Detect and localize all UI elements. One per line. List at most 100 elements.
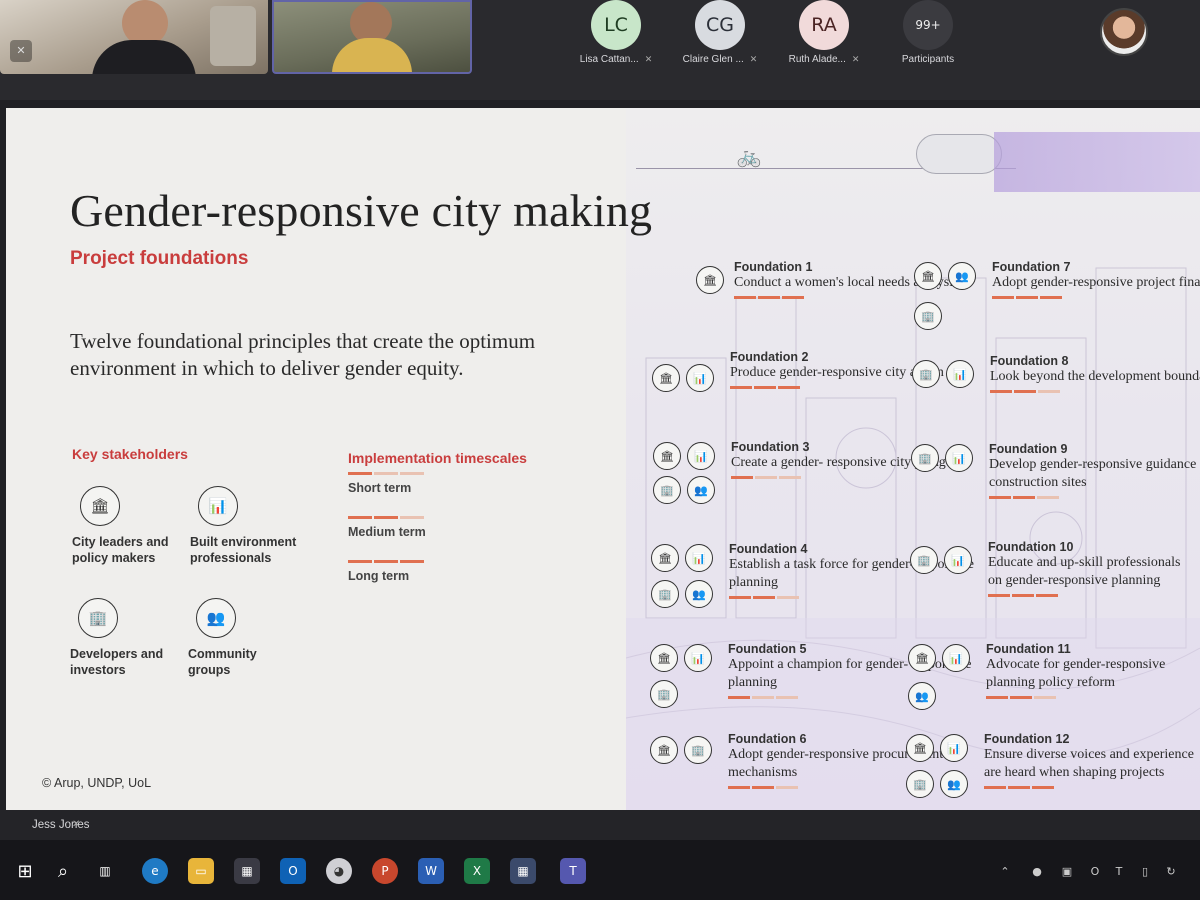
participant-tile-cg[interactable]: CG Claire Glen ... ✕ (670, 0, 770, 72)
sync-icon[interactable]: ↻ (1162, 862, 1180, 880)
building-icon: 🏢 (684, 736, 712, 764)
outlook-tray-icon[interactable]: O (1086, 862, 1104, 880)
chart-icon: 📊 (945, 444, 973, 472)
stakeholder-community: 👥 Community groups (188, 598, 298, 678)
shared-slide: 🚲 Gender-responsive city making Project … (6, 108, 1200, 810)
avatar: RA (799, 0, 849, 50)
chart-icon: 📊 (687, 442, 715, 470)
cyclist-icon: 🚲 (736, 146, 762, 168)
timescale-bar (348, 560, 468, 563)
timescale-long: Long term (348, 560, 468, 583)
participant-name: Lisa Cattan... (579, 54, 639, 65)
stakeholders-heading: Key stakeholders (72, 446, 188, 462)
chart-icon: 📊 (940, 734, 968, 762)
stakeholder-built-environment: 📊 Built environment professionals (190, 486, 320, 566)
timescale-medium: Medium term (348, 516, 468, 539)
outlook-icon[interactable]: O (280, 858, 306, 884)
chart-icon: 📊 (946, 360, 974, 388)
excel-icon[interactable]: X (464, 858, 490, 884)
columns-icon: 🏛 (696, 266, 724, 294)
chart-icon: 📊 (198, 486, 238, 526)
screen: ✕ LC Lisa Cattan... ✕ CG Claire Glen ... ✕… (0, 0, 1200, 900)
timescale-bar (348, 516, 468, 519)
slide-title: Gender-responsive city making (70, 185, 653, 236)
stakeholder-developers: 🏢 Developers and investors (70, 598, 180, 678)
battery-icon[interactable]: ▯ (1136, 862, 1154, 880)
timescale-bar (990, 390, 1200, 393)
building-icon: 🏢 (914, 302, 942, 330)
task-view-icon[interactable]: ▥ (92, 858, 118, 884)
foundation-7: 🏛 👥 🏢 Foundation 7 Adopt gender-responsive… (914, 260, 1200, 330)
timescale-short: Short term (348, 472, 468, 495)
mic-off-icon: ✕ (851, 54, 860, 64)
columns-icon: 🏛 (650, 644, 678, 672)
building-icon: 🏢 (906, 770, 934, 798)
building-icon: 🏢 (911, 444, 939, 472)
columns-icon: 🏛 (906, 734, 934, 762)
participants-label: Participants (901, 54, 955, 65)
chevron-up-icon[interactable]: ⌃ (996, 862, 1014, 880)
timescale-bar (989, 496, 1200, 499)
columns-icon: 🏛 (651, 544, 679, 572)
participant-tile-lc[interactable]: LC Lisa Cattan... ✕ (566, 0, 666, 72)
timescale-bar (984, 786, 1198, 789)
building-icon: 🏢 (78, 598, 118, 638)
foundation-9: 🏢 📊 Foundation 9 Develop gender-responsiv… (911, 442, 1200, 499)
windows-taskbar: ⊞ ⌕ ▥ e ▭ ▦ O ◕ P W X ▦ T ⌃ ● ▣ O T ▯ ↻ (0, 840, 1200, 900)
columns-icon: 🏛 (650, 736, 678, 764)
chart-icon: 📊 (942, 644, 970, 672)
building-icon: 🏢 (651, 580, 679, 608)
windows-start-icon[interactable]: ⊞ (12, 858, 38, 884)
slide-copyright: © Arup, UNDP, UoL (42, 776, 152, 790)
foundation-8: 🏢 📊 Foundation 8 Look beyond the developm… (912, 354, 1200, 393)
calculator-icon[interactable]: ▦ (510, 858, 536, 884)
store-icon[interactable]: ▦ (234, 858, 260, 884)
people-icon: 👥 (685, 580, 713, 608)
avatar: LC (591, 0, 641, 50)
participant-body (92, 40, 196, 74)
timescales-heading: Implementation timescales (348, 450, 527, 466)
avatar: CG (695, 0, 745, 50)
word-icon[interactable]: W (418, 858, 444, 884)
chart-icon: 📊 (684, 644, 712, 672)
mic-off-icon: ✕ (10, 40, 32, 62)
building-icon: 🏢 (910, 546, 938, 574)
people-icon: 👥 (948, 262, 976, 290)
camera-icon[interactable]: ● (1028, 862, 1046, 880)
columns-icon: 🏛 (653, 442, 681, 470)
self-view-avatar[interactable] (1100, 8, 1148, 56)
participants-more-button[interactable]: 99+ Participants (878, 0, 978, 72)
teams-tray-icon[interactable]: T (1110, 862, 1128, 880)
edge-icon[interactable]: e (142, 858, 168, 884)
timescale-bar (986, 696, 1186, 699)
participant-body (332, 38, 412, 72)
participant-count: 99+ (903, 0, 953, 50)
powerpoint-icon[interactable]: P (372, 858, 398, 884)
chart-icon: 📊 (685, 544, 713, 572)
presenter-name: Jess Jones (32, 819, 90, 831)
columns-icon: 🏛 (914, 262, 942, 290)
timescale-bar (992, 296, 1200, 299)
building-icon: 🏢 (650, 680, 678, 708)
participant-video-2-speaking[interactable] (272, 0, 472, 74)
chart-icon: 📊 (944, 546, 972, 574)
stakeholder-city-leaders: 🏛 City leaders and policy makers (72, 486, 182, 566)
participant-video-1[interactable]: ✕ (0, 0, 268, 74)
meeting-gallery: ✕ LC Lisa Cattan... ✕ CG Claire Glen ... ✕… (0, 0, 1200, 100)
timescale-bar (348, 472, 468, 475)
columns-icon: 🏛 (908, 644, 936, 672)
participant-tile-ra[interactable]: RA Ruth Alade... ✕ (774, 0, 874, 72)
teams-icon[interactable]: T (560, 858, 586, 884)
background-shelf (210, 6, 256, 66)
mic-off-icon: ✕ (749, 54, 758, 64)
mic-off-icon: ✕ (644, 54, 653, 64)
search-icon[interactable]: ⌕ (50, 858, 76, 884)
slide-subtitle: Project foundations (70, 248, 249, 269)
timescale-bar (988, 594, 1188, 597)
paint-icon[interactable]: ◕ (326, 858, 352, 884)
slide-intro: Twelve foundational principles that crea… (70, 329, 536, 380)
file-explorer-icon[interactable]: ▭ (188, 858, 214, 884)
chat-icon[interactable]: ▣ (1058, 862, 1076, 880)
people-icon: 👥 (687, 476, 715, 504)
foundation-10: 🏢 📊 Foundation 10 Educate and up-skill pr… (910, 540, 1188, 597)
